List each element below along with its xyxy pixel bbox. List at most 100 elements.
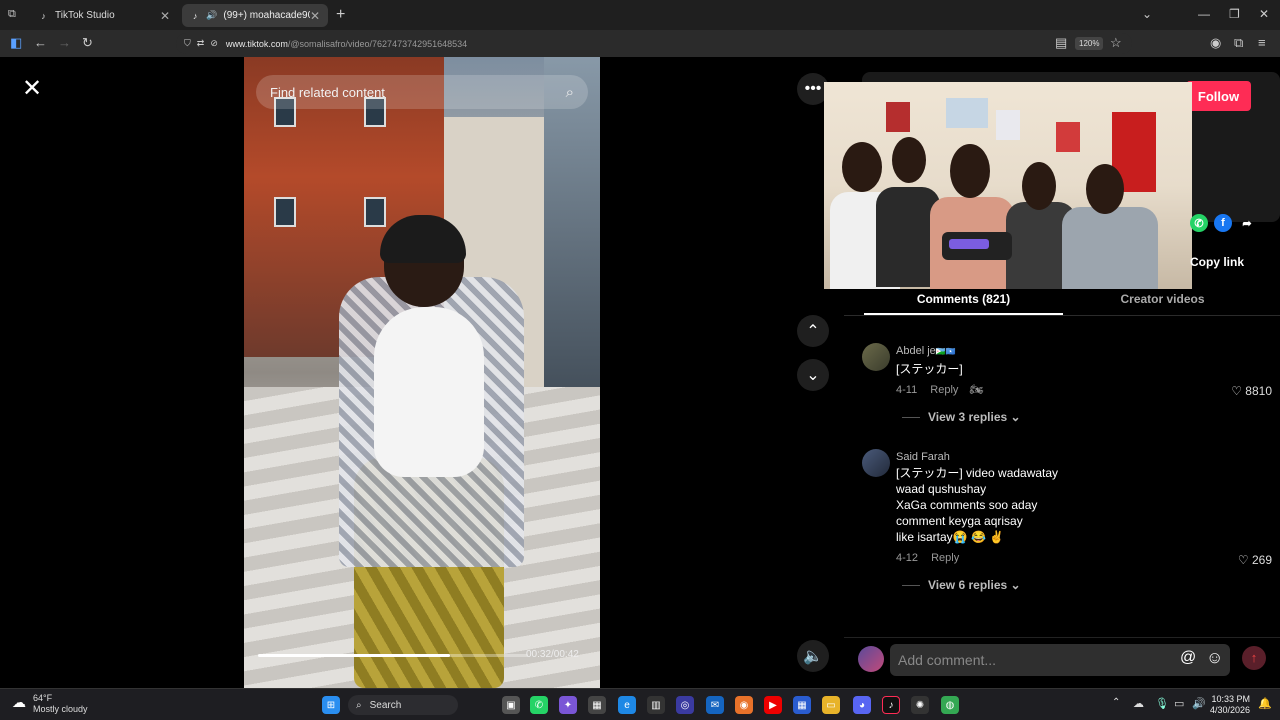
weather-widget[interactable]: 64°F Mostly cloudy <box>33 693 88 715</box>
onedrive-icon[interactable]: ☁ <box>1133 697 1144 710</box>
close-window-icon[interactable]: ✕ <box>1259 7 1269 21</box>
sticker-icon: 🏍 <box>969 384 984 396</box>
account-icon[interactable]: ◉ <box>1210 35 1221 51</box>
view-replies-button[interactable]: View 6 replies ⌄ <box>902 578 1021 592</box>
tab-creator-videos[interactable]: Creator videos <box>1063 292 1262 306</box>
tab-comments[interactable]: Comments (821) <box>864 292 1063 306</box>
microphone-icon[interactable]: 🎙 <box>1155 697 1169 710</box>
video-progress-bar[interactable] <box>258 654 528 657</box>
youtube-icon[interactable]: ▶ <box>764 696 782 714</box>
restore-icon[interactable]: ❐ <box>1229 7 1240 21</box>
comment-text: [ステッカー] video wadawatay <box>896 466 1059 480</box>
speaker-icon: 🔊 <box>206 10 218 20</box>
tab-profile[interactable]: ♪ 🔊 (99+) moahacade90 (@moha ✕ <box>182 4 328 27</box>
minimize-icon[interactable]: — <box>1198 7 1210 21</box>
like-count[interactable]: ♡ 269 <box>1238 553 1272 567</box>
zoom-level[interactable]: 120% <box>1075 37 1104 50</box>
address-bar-row: ◧ ← → ↻ ⛉ ⇄ ⊘ www.tiktok.com /@somalisaf… <box>0 30 1280 57</box>
chevron-up-icon[interactable]: ⌃ <box>1112 697 1120 708</box>
tab-tiktok-studio[interactable]: ♪ TikTok Studio ✕ <box>30 4 178 27</box>
windows-start-icon[interactable]: ⊞ <box>322 696 340 714</box>
new-tab-icon[interactable]: + <box>336 6 345 24</box>
emoji-icon[interactable]: ☺ <box>1206 648 1223 668</box>
store-icon[interactable]: ▥ <box>647 696 665 714</box>
edge-icon[interactable]: e <box>618 696 636 714</box>
comment-author[interactable]: Said Farah <box>896 451 950 463</box>
reply-button[interactable]: Reply <box>930 384 958 396</box>
facebook-icon[interactable]: f <box>1214 214 1232 232</box>
view-replies-button[interactable]: View 3 replies ⌄ <box>902 410 1021 424</box>
url-path: /@somalisafro/video/7627473742951648534 <box>287 38 468 49</box>
reload-icon[interactable]: ↻ <box>82 35 93 51</box>
video-progress-fill <box>258 654 450 657</box>
chevron-down-icon: ⌄ <box>1010 410 1021 424</box>
share-arrow-icon[interactable]: ➦ <box>1238 214 1256 232</box>
windows-taskbar: ☁ 64°F Mostly cloudy ⊞ ⌕ Search ▣ ✆ ✦ ▦ … <box>0 688 1280 720</box>
replies-line <box>902 585 920 587</box>
weather-cloud-icon[interactable]: ☁ <box>12 694 26 711</box>
chrome-icon[interactable]: ◍ <box>941 696 959 714</box>
like-count-value: 8810 <box>1245 384 1272 398</box>
whatsapp-icon[interactable]: ✆ <box>1190 214 1208 232</box>
copilot-icon[interactable]: ✦ <box>559 696 577 714</box>
network-icon[interactable]: ▭ <box>1174 697 1184 710</box>
tiktok-icon[interactable]: ♪ <box>882 696 900 714</box>
file-explorer-icon[interactable]: ▭ <box>822 696 840 714</box>
firefox-icon[interactable]: ◉ <box>735 696 753 714</box>
volume-icon[interactable]: 🔈 <box>797 640 829 672</box>
mail-icon[interactable]: ✉ <box>706 696 724 714</box>
bookmark-star-icon[interactable]: ☆ <box>1110 35 1122 51</box>
forward-icon[interactable]: → <box>58 35 71 50</box>
mention-icon[interactable]: @ <box>1180 649 1196 667</box>
comment-author[interactable]: Abdel je🇩🇯🇸🇴 <box>896 345 956 357</box>
discord-icon[interactable]: ◕ <box>853 696 871 714</box>
heart-icon[interactable]: ♡ <box>1231 384 1242 398</box>
calculator-icon[interactable]: ▦ <box>588 696 606 714</box>
extensions-icon[interactable]: ⧉ <box>1234 35 1243 51</box>
like-count[interactable]: ♡ 8810 <box>1231 384 1272 398</box>
comment-meta: 4-11 Reply 🏍 <box>896 383 983 396</box>
comment-input[interactable] <box>890 644 1230 676</box>
close-tab-icon[interactable]: ✕ <box>160 9 170 23</box>
wall-poster <box>1056 122 1080 152</box>
previous-video-icon[interactable]: ⌃ <box>797 315 829 347</box>
avatar[interactable] <box>858 646 884 672</box>
comment-item: Said Farah [ステッカー] video wadawatay waad … <box>862 449 1280 599</box>
volume-icon[interactable]: 🔊 <box>1192 697 1206 710</box>
notification-icon[interactable]: 🔔 <box>1258 697 1272 710</box>
video-player[interactable]: Find related content ⌕ 00:32/00:42 <box>244 57 600 688</box>
chatgpt-icon[interactable]: ✺ <box>911 696 929 714</box>
copy-link-button[interactable]: Copy link <box>1190 255 1244 269</box>
related-content-search[interactable]: Find related content ⌕ <box>256 75 588 109</box>
search-icon[interactable]: ⌕ <box>566 84 574 101</box>
tab-actions-icon[interactable]: ⧉ <box>8 8 16 21</box>
shield-icon: ⛉ <box>184 38 191 48</box>
person <box>1086 164 1124 214</box>
task-view-icon[interactable]: ▣ <box>502 696 520 714</box>
weather-temp: 64°F <box>33 693 53 703</box>
comment-item: Abdel je🇩🇯🇸🇴 [ステッカー] 4-11 Reply 🏍 ♡ 8810… <box>862 343 1280 424</box>
reader-mode-icon[interactable]: ▤ <box>1055 35 1067 51</box>
reply-button[interactable]: Reply <box>931 552 959 564</box>
sidebar-icon[interactable]: ◧ <box>10 35 22 51</box>
clock[interactable]: 10:33 PM 4/30/2026 <box>1210 694 1250 716</box>
person <box>950 144 990 198</box>
taskbar-search[interactable]: ⌕ Search <box>348 695 458 715</box>
close-video-icon[interactable]: ✕ <box>18 75 46 103</box>
whatsapp-icon[interactable]: ✆ <box>530 696 548 714</box>
back-icon[interactable]: ← <box>34 35 47 50</box>
avatar[interactable] <box>862 449 890 477</box>
app-icon[interactable]: ▦ <box>793 696 811 714</box>
follow-button[interactable]: Follow <box>1186 81 1251 111</box>
next-video-icon[interactable]: ⌄ <box>797 359 829 391</box>
app-icon[interactable]: ◎ <box>676 696 694 714</box>
menu-icon[interactable]: ≡ <box>1258 35 1266 50</box>
tab-list-chevron-icon[interactable]: ⌄ <box>1142 7 1152 21</box>
search-icon: ⌕ <box>356 699 362 711</box>
heart-icon[interactable]: ♡ <box>1238 553 1249 567</box>
tiktok-icon: ♪ <box>192 10 198 21</box>
url-field[interactable]: ⛉ ⇄ ⊘ www.tiktok.com /@somalisafro/video… <box>176 33 1132 54</box>
post-comment-icon[interactable]: ↑ <box>1242 646 1266 670</box>
close-tab-icon[interactable]: ✕ <box>310 9 320 23</box>
avatar[interactable] <box>862 343 890 371</box>
